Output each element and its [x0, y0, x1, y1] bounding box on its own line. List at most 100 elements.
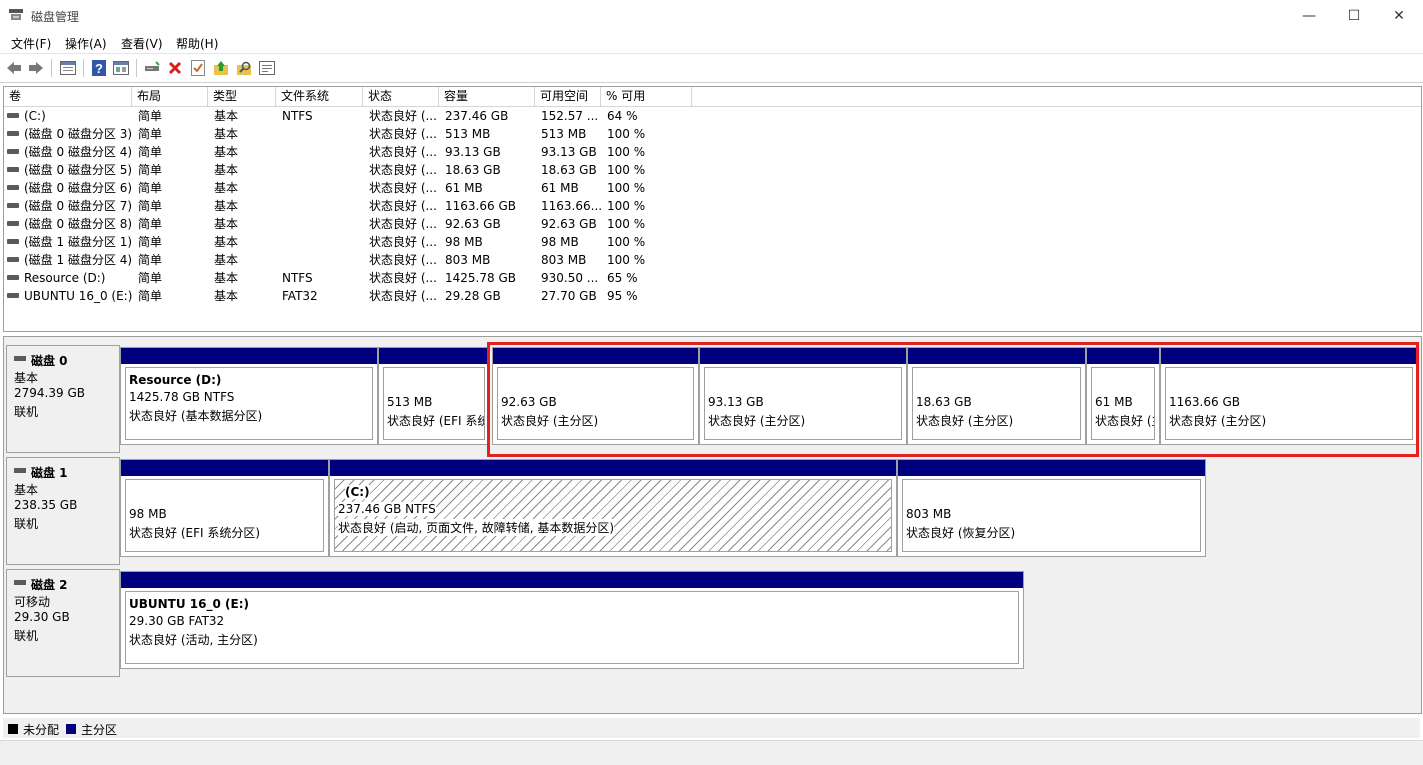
- console-icon[interactable]: [258, 59, 276, 77]
- volume-percent-free: 100 %: [607, 217, 646, 231]
- volume-free-space: 98 MB: [541, 235, 579, 249]
- column-header-filesystem[interactable]: 文件系统: [276, 87, 363, 106]
- disk-kind: 基本: [14, 483, 39, 497]
- volume-filesystem: NTFS: [282, 109, 313, 123]
- minimize-button[interactable]: —: [1286, 0, 1332, 31]
- disk-header[interactable]: 磁盘 1 基本 238.35 GB 联机: [6, 457, 120, 565]
- table-row[interactable]: UBUNTU 16_0 (E:) 简单 基本 FAT32 状态良好 (... 29.28 …: [4, 287, 1421, 305]
- menu-bar: 文件(F) 操作(A) 查看(V) 帮助(H): [0, 31, 1423, 54]
- partition-status: 状态良好 (活动, 主分区): [129, 633, 258, 647]
- volume-type: 基本: [214, 145, 239, 159]
- column-header-layout[interactable]: 布局: [132, 87, 208, 106]
- volume-layout: 简单: [138, 163, 163, 177]
- volume-type: 基本: [214, 127, 239, 141]
- disk-state: 联机: [14, 405, 39, 419]
- volume-layout: 简单: [138, 289, 163, 303]
- partition-color-bar: [121, 460, 328, 476]
- menu-help[interactable]: 帮助(H): [176, 35, 218, 52]
- volume-name: Resource (D:): [24, 271, 106, 285]
- column-header-type[interactable]: 类型: [208, 87, 276, 106]
- table-row[interactable]: (磁盘 1 磁盘分区 4) 简单 基本 状态良好 (... 803 MB 803 MB 10…: [4, 251, 1421, 269]
- help-icon[interactable]: ?: [90, 59, 108, 77]
- drive-icon: [7, 203, 19, 208]
- search-folder-icon[interactable]: [235, 59, 253, 77]
- volume-percent-free: 100 %: [607, 127, 646, 141]
- partition-block[interactable]: Resource (D:) 1425.78 GB NTFS 状态良好 (基本数据分区…: [120, 347, 378, 445]
- volume-layout: 简单: [138, 181, 163, 195]
- table-row[interactable]: (磁盘 0 磁盘分区 7) 简单 基本 状态良好 (... 1163.66 GB 1163…: [4, 197, 1421, 215]
- partition-block[interactable]: 803 MB 状态良好 (恢复分区): [897, 459, 1206, 557]
- disk-name: 磁盘 1: [31, 466, 68, 480]
- volume-layout: 简单: [138, 235, 163, 249]
- volume-layout: 简单: [138, 127, 163, 141]
- check-icon[interactable]: [189, 59, 207, 77]
- disk-header[interactable]: 磁盘 0 基本 2794.39 GB 联机: [6, 345, 120, 453]
- volume-name: (磁盘 0 磁盘分区 7): [24, 199, 132, 213]
- status-bar: [0, 740, 1423, 765]
- close-button[interactable]: ✕: [1376, 0, 1422, 31]
- disk-header[interactable]: 磁盘 2 可移动 29.30 GB 联机: [6, 569, 120, 677]
- volume-capacity: 803 MB: [445, 253, 491, 267]
- partition-status: 状态良好 (恢复分区): [906, 526, 1016, 540]
- partition-color-bar: [121, 572, 1023, 588]
- volume-free-space: 61 MB: [541, 181, 579, 195]
- drive-icon: [7, 221, 19, 226]
- table-row[interactable]: Resource (D:) 简单 基本 NTFS 状态良好 (... 1425.78 GB…: [4, 269, 1421, 287]
- volume-status: 状态良好 (...: [369, 181, 437, 195]
- column-header-free-space[interactable]: 可用空间: [535, 87, 601, 106]
- up-folder-icon[interactable]: [212, 59, 230, 77]
- volume-status: 状态良好 (...: [369, 163, 437, 177]
- volume-status: 状态良好 (...: [369, 127, 437, 141]
- partition-size: 29.30 GB FAT32: [129, 614, 225, 628]
- partition-color-bar: [121, 348, 377, 364]
- menu-view[interactable]: 查看(V): [121, 35, 163, 52]
- volume-type: 基本: [214, 235, 239, 249]
- legend-label-unallocated: 未分配: [23, 723, 60, 737]
- back-icon[interactable]: [5, 59, 23, 77]
- disk-icon: [14, 468, 26, 473]
- table-row[interactable]: (磁盘 0 磁盘分区 4) 简单 基本 状态良好 (... 93.13 GB 93.13 …: [4, 143, 1421, 161]
- volume-type: 基本: [214, 289, 239, 303]
- partition-status: 状态良好 (启动, 页面文件, 故障转储, 基本数据分区): [338, 519, 615, 536]
- properties-icon[interactable]: [112, 59, 130, 77]
- column-header-volume[interactable]: 卷: [4, 87, 132, 106]
- partition-color-bar: [898, 460, 1205, 476]
- forward-icon[interactable]: [27, 59, 45, 77]
- view-panel-icon[interactable]: [59, 59, 77, 77]
- volume-type: 基本: [214, 217, 239, 231]
- volume-filesystem: [282, 197, 363, 215]
- volume-layout: 简单: [138, 271, 163, 285]
- volume-capacity: 92.63 GB: [445, 217, 501, 231]
- volume-filesystem: NTFS: [282, 271, 313, 285]
- volume-free-space: 93.13 GB: [541, 145, 597, 159]
- volume-name: (磁盘 0 磁盘分区 5): [24, 163, 132, 177]
- table-row[interactable]: (磁盘 0 磁盘分区 6) 简单 基本 状态良好 (... 61 MB 61 MB 100 …: [4, 179, 1421, 197]
- partition-block[interactable]: UBUNTU 16_0 (E:) 29.30 GB FAT32 状态良好 (活动, …: [120, 571, 1024, 669]
- volume-free-space: 152.57 ...: [541, 109, 599, 123]
- partition-block[interactable]: (C:) 237.46 GB NTFS 状态良好 (启动, 页面文件, 故障转储, …: [329, 459, 897, 557]
- table-row[interactable]: (磁盘 0 磁盘分区 3) 简单 基本 状态良好 (... 513 MB 513 MB 10…: [4, 125, 1421, 143]
- delete-icon[interactable]: [166, 59, 184, 77]
- menu-file[interactable]: 文件(F): [11, 35, 51, 52]
- volume-free-space: 92.63 GB: [541, 217, 597, 231]
- partition-label: Resource (D:): [129, 373, 222, 387]
- menu-action[interactable]: 操作(A): [65, 35, 107, 52]
- column-header-status[interactable]: 状态: [363, 87, 439, 106]
- table-row[interactable]: (C:) 简单 基本 NTFS 状态良好 (... 237.46 GB 152.57 ...…: [4, 107, 1421, 125]
- column-header-percent-free[interactable]: % 可用: [601, 87, 692, 106]
- partition-body: Resource (D:) 1425.78 GB NTFS 状态良好 (基本数据分区…: [125, 367, 373, 440]
- table-row[interactable]: (磁盘 1 磁盘分区 1) 简单 基本 状态良好 (... 98 MB 98 MB 100 …: [4, 233, 1421, 251]
- maximize-button[interactable]: ☐: [1331, 0, 1377, 31]
- column-header-capacity[interactable]: 容量: [439, 87, 535, 106]
- table-row[interactable]: (磁盘 0 磁盘分区 8) 简单 基本 状态良好 (... 92.63 GB 92.63 …: [4, 215, 1421, 233]
- partition-block[interactable]: 98 MB 状态良好 (EFI 系统分区): [120, 459, 329, 557]
- volume-capacity: 61 MB: [445, 181, 483, 195]
- volume-percent-free: 64 %: [607, 109, 638, 123]
- connect-disk-icon[interactable]: [143, 59, 161, 77]
- drive-icon: [7, 167, 19, 172]
- volume-status: 状态良好 (...: [369, 217, 437, 231]
- svg-text:?: ?: [95, 61, 103, 76]
- disk-icon: [14, 580, 26, 585]
- partition-block[interactable]: 513 MB 状态良好 (EFI 系统分区): [378, 347, 490, 445]
- table-row[interactable]: (磁盘 0 磁盘分区 5) 简单 基本 状态良好 (... 18.63 GB 18.63 …: [4, 161, 1421, 179]
